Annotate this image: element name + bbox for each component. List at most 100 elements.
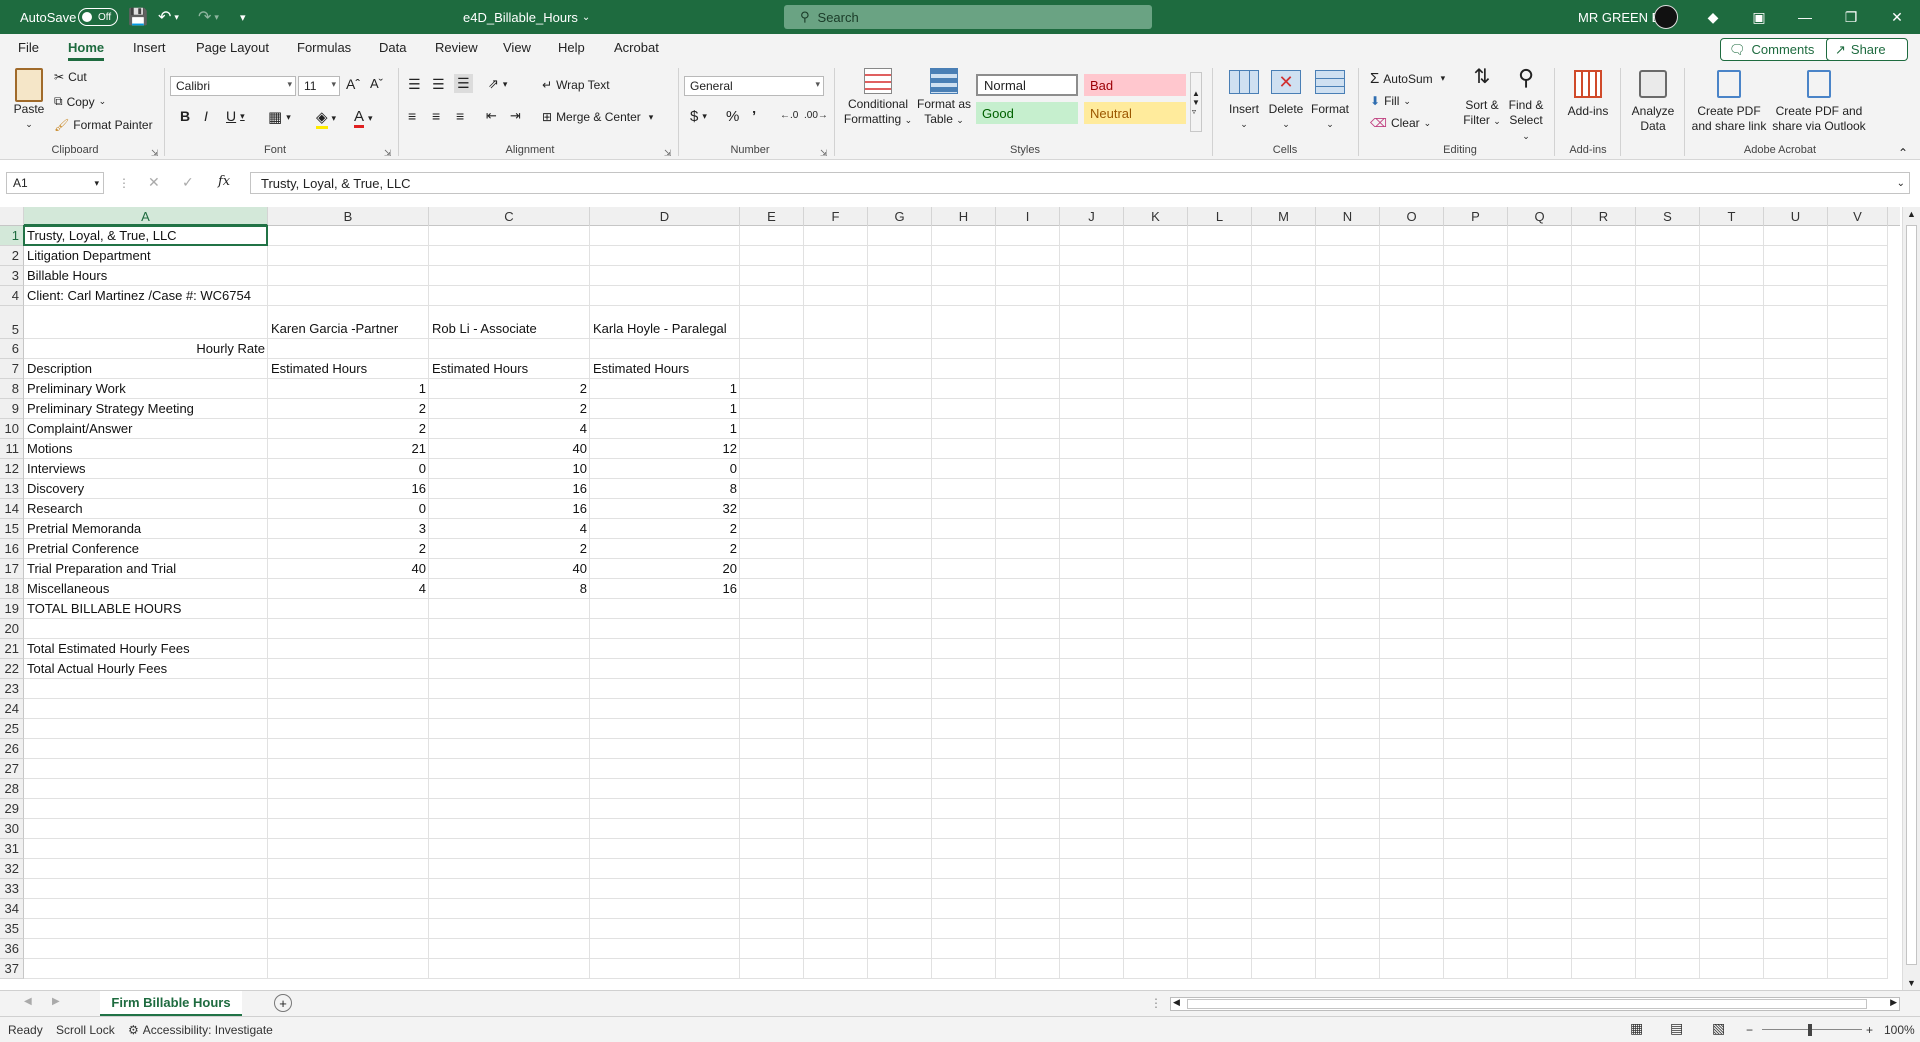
collapse-ribbon-icon[interactable]: ⌃ (1898, 146, 1908, 160)
cell-c18[interactable]: 8 (429, 579, 590, 599)
cell-b11[interactable]: 21 (268, 439, 429, 459)
user-name[interactable]: MR GREEN B (1578, 0, 1660, 34)
minimize-icon[interactable]: — (1782, 0, 1828, 34)
row-header-29[interactable]: 29 (0, 799, 24, 819)
horizontal-scroll-thumb[interactable] (1187, 999, 1867, 1009)
styles-gallery-scroll[interactable]: ▲ ▼ ▿ (1190, 72, 1202, 132)
select-all-corner[interactable] (0, 207, 24, 226)
column-header-q[interactable]: Q (1508, 207, 1572, 226)
cell-b12[interactable]: 0 (268, 459, 429, 479)
cell-c16[interactable]: 2 (429, 539, 590, 559)
row-header-3[interactable]: 3 (0, 266, 24, 286)
column-header-m[interactable]: M (1252, 207, 1316, 226)
increase-font-icon[interactable]: Aˆ (346, 76, 360, 92)
currency-icon[interactable]: $ ▾ (690, 108, 707, 125)
cell-b18[interactable]: 4 (268, 579, 429, 599)
cell-d12[interactable]: 0 (590, 459, 740, 479)
insert-cells-button[interactable]: Insert ⌄ (1224, 70, 1264, 132)
row-header-1[interactable]: 1 (0, 226, 24, 246)
row-header-15[interactable]: 15 (0, 519, 24, 539)
number-launcher-icon[interactable]: ⇲ (820, 148, 828, 159)
decrease-decimal-icon[interactable]: .00→ (804, 110, 828, 121)
comments-button[interactable]: 🗨 Comments (1720, 38, 1835, 61)
column-header-b[interactable]: B (268, 207, 429, 226)
save-icon[interactable]: 💾 (128, 0, 148, 34)
font-color-icon[interactable]: A ▾ (354, 108, 373, 128)
delete-cells-button[interactable]: ✕ Delete ⌄ (1266, 70, 1306, 132)
cell-d7[interactable]: Estimated Hours (590, 359, 740, 379)
style-normal[interactable]: Normal (976, 74, 1078, 96)
cell-c7[interactable]: Estimated Hours (429, 359, 590, 379)
row-header-4[interactable]: 4 (0, 286, 24, 306)
vertical-scrollbar[interactable]: ▲ ▼ (1902, 207, 1920, 990)
row-header-19[interactable]: 19 (0, 599, 24, 619)
cell-b8[interactable]: 1 (268, 379, 429, 399)
redo-icon[interactable]: ↷ ▾ (198, 0, 219, 34)
align-center-icon[interactable]: ≡ (432, 108, 440, 124)
cell-c10[interactable]: 4 (429, 419, 590, 439)
ribbon-display-icon[interactable]: ▣ (1736, 0, 1782, 34)
column-header-h[interactable]: H (932, 207, 996, 226)
cell-d16[interactable]: 2 (590, 539, 740, 559)
cell-d13[interactable]: 8 (590, 479, 740, 499)
cell-b5[interactable]: Karen Garcia -Partner (268, 319, 429, 339)
cell-c12[interactable]: 10 (429, 459, 590, 479)
zoom-level[interactable]: 100% (1884, 1023, 1915, 1037)
horizontal-scrollbar[interactable]: ◀ ▶ (1170, 997, 1900, 1011)
row-header-36[interactable]: 36 (0, 939, 24, 959)
column-header-e[interactable]: E (740, 207, 804, 226)
create-pdf-outlook-button[interactable]: Create PDF and share via Outlook (1770, 70, 1868, 134)
page-break-view-icon[interactable]: ▧ (1712, 1020, 1725, 1037)
cancel-icon[interactable]: ✕ (148, 174, 160, 191)
column-header-o[interactable]: O (1380, 207, 1444, 226)
cell-c17[interactable]: 40 (429, 559, 590, 579)
cell-a9[interactable]: Preliminary Strategy Meeting (24, 399, 268, 419)
cell-a8[interactable]: Preliminary Work (24, 379, 268, 399)
page-layout-view-icon[interactable]: ▤ (1670, 1020, 1683, 1037)
row-header-11[interactable]: 11 (0, 439, 24, 459)
row-header-10[interactable]: 10 (0, 419, 24, 439)
row-header-25[interactable]: 25 (0, 719, 24, 739)
tab-acrobat[interactable]: Acrobat (614, 40, 659, 55)
share-button[interactable]: ↗ Share (1826, 38, 1908, 61)
align-bottom-icon[interactable]: ☰ (454, 74, 473, 93)
cell-a4[interactable]: Client: Carl Martinez /Case #: WC6754 (24, 286, 268, 306)
percent-icon[interactable]: % (726, 108, 739, 125)
cell-c13[interactable]: 16 (429, 479, 590, 499)
scroll-right-icon[interactable]: ▶ (1890, 997, 1897, 1008)
align-left-icon[interactable]: ≡ (408, 108, 416, 124)
column-header-n[interactable]: N (1316, 207, 1380, 226)
analyze-data-button[interactable]: Analyze Data (1626, 70, 1680, 134)
cell-a14[interactable]: Research (24, 499, 268, 519)
cell-b10[interactable]: 2 (268, 419, 429, 439)
column-header-c[interactable]: C (429, 207, 590, 226)
cell-d17[interactable]: 20 (590, 559, 740, 579)
expand-formula-icon[interactable]: ⌄ (1897, 178, 1905, 189)
tab-formulas[interactable]: Formulas (297, 40, 351, 55)
row-header-2[interactable]: 2 (0, 246, 24, 266)
next-sheet-icon[interactable]: ▶ (52, 996, 60, 1007)
comma-style-icon[interactable]: ’ (752, 108, 756, 125)
row-header-23[interactable]: 23 (0, 679, 24, 699)
row-header-32[interactable]: 32 (0, 859, 24, 879)
row-header-16[interactable]: 16 (0, 539, 24, 559)
cell-d14[interactable]: 32 (590, 499, 740, 519)
font-launcher-icon[interactable]: ⇲ (384, 148, 392, 159)
decrease-indent-icon[interactable]: ⇤ (486, 108, 497, 124)
row-header-9[interactable]: 9 (0, 399, 24, 419)
tab-page-layout[interactable]: Page Layout (196, 40, 269, 55)
scroll-up-icon[interactable]: ▲ (1907, 209, 1916, 219)
cell-a6[interactable]: Hourly Rate (24, 339, 268, 359)
row-header-18[interactable]: 18 (0, 579, 24, 599)
cell-a16[interactable]: Pretrial Conference (24, 539, 268, 559)
column-header-v[interactable]: V (1828, 207, 1888, 226)
fill-color-icon[interactable]: ◈ ▾ (316, 108, 336, 129)
zoom-in-icon[interactable]: + (1866, 1023, 1873, 1037)
addins-button[interactable]: Add-ins (1562, 70, 1614, 119)
cell-a15[interactable]: Pretrial Memoranda (24, 519, 268, 539)
scroll-left-icon[interactable]: ◀ (1173, 997, 1180, 1008)
row-header-30[interactable]: 30 (0, 819, 24, 839)
cell-a19[interactable]: TOTAL BILLABLE HOURS (24, 599, 268, 619)
paste-button[interactable]: Paste ⌄ (10, 68, 48, 132)
copy-button[interactable]: ⧉ Copy ⌄ (54, 94, 106, 109)
